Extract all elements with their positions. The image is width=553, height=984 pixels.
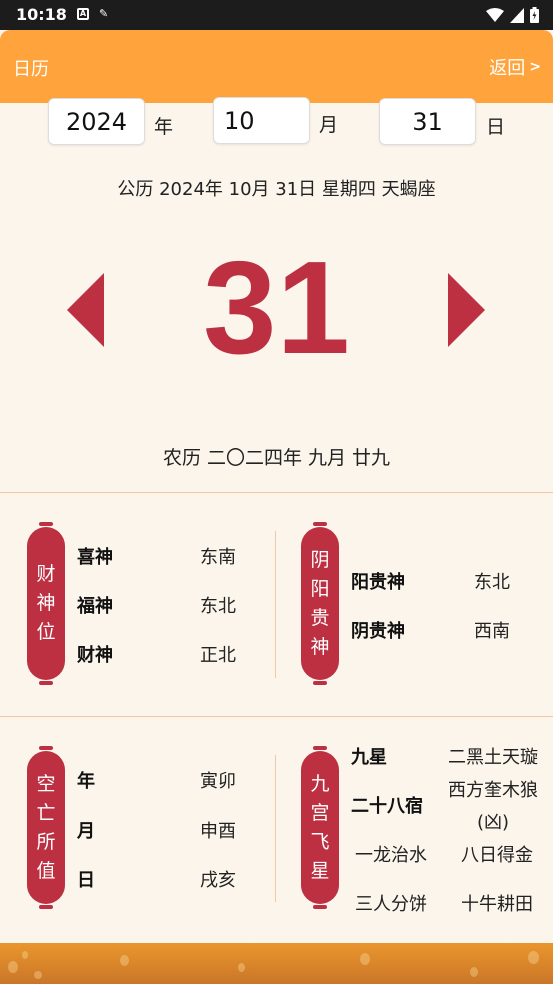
tag-char: 所 [36, 830, 56, 853]
tag-nine-palace-flying-star: 九 宫 飞 星 [301, 746, 339, 909]
mansion-value-line-1: 西方奎木狼 [448, 780, 538, 801]
status-bar: 10:18 A ✎ [0, 0, 553, 30]
nine-star-value: 二黑土天璇 [448, 747, 538, 768]
app-title: 日历 [13, 59, 49, 80]
month-unit-label: 月 [319, 114, 339, 136]
tag-char: 贵 [310, 606, 330, 629]
bubble-decoration [360, 953, 370, 965]
wifi-icon [486, 7, 504, 22]
solar-date-text: 公历 2024年 10月 31日 星期四 天蝎座 [117, 179, 436, 200]
row-label-yin-noble: 阴贵神 [351, 621, 405, 642]
bubble-decoration [22, 951, 28, 959]
tag-char: 神 [310, 635, 330, 658]
next-day-arrow-icon[interactable] [448, 273, 485, 347]
day-unit-label: 日 [486, 116, 506, 138]
tag-char: 宫 [310, 801, 330, 824]
column-separator [275, 531, 276, 678]
row-value-month: 申酉 [200, 821, 236, 842]
row-label-year: 年 [77, 771, 95, 792]
flying-star-item: 十牛耕田 [461, 894, 533, 915]
tag-char: 星 [310, 859, 330, 882]
tag-char: 财 [36, 563, 56, 585]
row-value-day: 戌亥 [200, 870, 236, 891]
date-picker-row: 2024 年 10 月 31 日 [0, 97, 553, 153]
back-label: 返回 [489, 58, 526, 79]
tag-char: 神 [36, 592, 56, 614]
back-button[interactable]: 返回 > [489, 54, 541, 80]
row-value-yin-noble: 西南 [474, 621, 510, 642]
year-input[interactable]: 2024 [48, 98, 145, 145]
status-right-icons [486, 7, 539, 23]
row-value-yang-noble: 东北 [474, 572, 510, 593]
nine-star-label: 九星 [351, 747, 387, 768]
tool-icon: ✎ [99, 7, 109, 20]
row-label-yang-noble: 阳贵神 [351, 572, 405, 593]
bubble-decoration [120, 955, 129, 966]
tag-char: 阳 [310, 577, 330, 600]
tag-char: 亡 [36, 801, 56, 824]
tag-char: 值 [36, 859, 56, 882]
chevron-right-icon: > [529, 59, 541, 75]
tag-char: 空 [36, 772, 56, 795]
divider [0, 716, 553, 717]
app-bar: 日历 返回 > [0, 30, 553, 103]
calendar-content: 2024 年 10 月 31 日 公历 2024年 10月 31日 星期四 天蝎… [0, 97, 553, 943]
flying-star-item: 三人分饼 [355, 894, 427, 915]
bubble-decoration [34, 971, 42, 979]
bubble-decoration [528, 951, 539, 964]
status-left-icons: A ✎ [77, 8, 108, 20]
month-input[interactable]: 10 [213, 97, 310, 144]
row-label-day: 日 [77, 870, 95, 891]
tag-char: 位 [36, 621, 56, 643]
mansion-value-line-2: (凶) [476, 812, 510, 833]
row-label-xishen: 喜神 [77, 547, 113, 568]
status-time: 10:18 [16, 5, 67, 24]
signal-icon [510, 7, 524, 23]
battery-icon [530, 7, 539, 23]
decorative-bottom-band [0, 943, 553, 984]
row-value-xishen: 东南 [200, 547, 236, 568]
divider [0, 492, 553, 493]
flying-star-item: 八日得金 [461, 845, 533, 866]
year-unit-label: 年 [154, 116, 174, 138]
column-separator [275, 755, 276, 902]
bubble-decoration [8, 961, 18, 973]
row-label-month: 月 [77, 821, 95, 842]
flying-star-item: 一龙治水 [355, 845, 427, 866]
tag-char: 阴 [310, 548, 330, 571]
mansion-label: 二十八宿 [351, 796, 423, 817]
a-icon: A [77, 8, 89, 20]
tag-char: 飞 [310, 830, 330, 853]
bubble-decoration [238, 963, 245, 972]
tag-void-position: 空 亡 所 值 [27, 746, 65, 909]
tag-char: 九 [310, 772, 330, 795]
tag-wealth-god-position: 财 神 位 [27, 522, 65, 685]
row-value-year: 寅卯 [200, 771, 236, 792]
row-label-fushen: 福神 [77, 596, 113, 617]
tag-yin-yang-noble: 阴 阳 贵 神 [301, 522, 339, 685]
row-label-caishen: 财神 [77, 645, 113, 666]
lunar-date-text: 农历 二〇二四年 九月 廿九 [162, 447, 391, 469]
day-input[interactable]: 31 [379, 98, 476, 145]
bubble-decoration [470, 967, 478, 977]
row-value-fushen: 东北 [200, 596, 236, 617]
row-value-caishen: 正北 [200, 645, 236, 666]
